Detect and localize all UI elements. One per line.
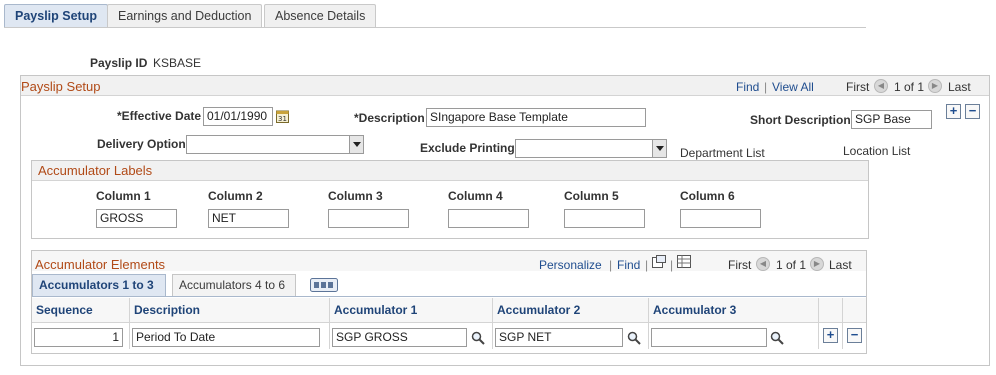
effective-date-label: *Effective Date: [117, 109, 202, 123]
accumulator-3-column-header: Accumulator 3: [649, 298, 819, 322]
column-4-header: Column 4: [448, 189, 503, 203]
add-row-button[interactable]: +: [946, 104, 961, 119]
subtab-divider: [32, 296, 866, 297]
delivery-option-label: Delivery Option: [97, 137, 186, 151]
tab-payslip-setup[interactable]: Payslip Setup: [4, 4, 108, 28]
add-row-button[interactable]: +: [823, 328, 838, 343]
description-column-header: Description: [130, 298, 330, 322]
tab-divider: [4, 27, 866, 28]
accumulator-labels-header: Accumulator Labels: [32, 161, 868, 181]
magnifier-icon[interactable]: [627, 331, 641, 345]
column-3-header: Column 3: [328, 189, 383, 203]
separator: |: [764, 80, 768, 94]
accumulator-1-field[interactable]: SGP GROSS: [332, 328, 467, 347]
view-all-link[interactable]: View All: [772, 80, 814, 94]
accumulator-elements-title: Accumulator Elements: [35, 257, 166, 272]
find-link[interactable]: Find: [617, 258, 640, 272]
delete-column-header: [843, 298, 866, 322]
first-label: First: [728, 258, 752, 272]
tab-accumulators-4-to-6[interactable]: Accumulators 4 to 6: [172, 274, 296, 296]
column-4-field[interactable]: [448, 209, 529, 228]
description-field[interactable]: SIngapore Base Template: [426, 108, 646, 127]
last-label: Last: [948, 80, 971, 94]
next-row-icon[interactable]: ▶: [810, 257, 824, 271]
accumulator-2-cell: SGP NET: [493, 323, 649, 349]
short-description-field[interactable]: SGP Base: [851, 110, 932, 129]
sequence-field[interactable]: 1: [34, 328, 123, 347]
add-cell: +: [819, 323, 843, 349]
delete-row-button[interactable]: −: [847, 328, 862, 343]
delete-cell: −: [843, 323, 866, 349]
exclude-printing-select[interactable]: [515, 139, 667, 158]
column-5-header: Column 5: [564, 189, 619, 203]
accumulator-2-field[interactable]: SGP NET: [495, 328, 623, 347]
column-6-field[interactable]: [680, 209, 761, 228]
separator: |: [645, 258, 649, 272]
table-row: 1 Period To Date SGP GROSS SGP NET + −: [32, 323, 866, 353]
accumulator-1-column-header: Accumulator 1: [330, 298, 493, 322]
svg-text:31: 31: [278, 115, 287, 123]
description-cell: Period To Date: [130, 323, 330, 349]
payslip-setup-header: Payslip Setup Find | View All First ◀ 1 …: [21, 76, 989, 96]
accumulator-3-field[interactable]: [651, 328, 767, 347]
accumulator-grid: Sequence Description Accumulator 1 Accum…: [32, 298, 866, 353]
column-5-field[interactable]: [564, 209, 645, 228]
column-6-header: Column 6: [680, 189, 735, 203]
accumulator-elements-header: Accumulator Elements Personalize | Find …: [32, 251, 866, 272]
tab-earnings-and-deduction[interactable]: Earnings and Deduction: [107, 4, 263, 28]
delivery-option-select[interactable]: [186, 135, 364, 154]
payslip-setup-title: Payslip Setup: [21, 79, 101, 94]
short-description-label: Short Description: [750, 113, 851, 127]
chevron-down-icon[interactable]: [652, 140, 666, 157]
tab-absence-details[interactable]: Absence Details: [264, 4, 377, 28]
view-window-icon[interactable]: [652, 255, 666, 268]
calendar-icon[interactable]: 31: [276, 109, 289, 123]
personalize-link[interactable]: Personalize: [539, 258, 602, 272]
spreadsheet-icon[interactable]: [677, 255, 691, 268]
next-row-icon[interactable]: ▶: [928, 79, 942, 93]
column-1-field[interactable]: GROSS: [96, 209, 177, 228]
accumulator-3-cell: [649, 323, 819, 349]
column-1-header: Column 1: [96, 189, 151, 203]
accumulator-1-cell: SGP GROSS: [330, 323, 493, 349]
previous-row-icon[interactable]: ◀: [756, 257, 770, 271]
sequence-column-header: Sequence: [32, 298, 130, 322]
previous-row-icon[interactable]: ◀: [874, 79, 888, 93]
exclude-printing-label: Exclude Printing: [420, 141, 515, 155]
department-list-label: Department List: [680, 146, 765, 160]
sequence-cell: 1: [32, 323, 130, 349]
magnifier-icon[interactable]: [770, 331, 784, 345]
magnifier-icon[interactable]: [471, 331, 485, 345]
accumulator-subtabs: Accumulators 1 to 3 Accumulators 4 to 6: [32, 274, 866, 296]
accumulator-2-column-header: Accumulator 2: [493, 298, 649, 322]
first-label: First: [846, 80, 870, 94]
separator: |: [609, 258, 613, 272]
column-2-field[interactable]: NET: [208, 209, 289, 228]
location-list-label: Location List: [843, 144, 911, 158]
row-description-field[interactable]: Period To Date: [132, 328, 320, 347]
add-column-header: [819, 298, 843, 322]
payslip-id-label: Payslip ID: [90, 56, 148, 70]
effective-date-field[interactable]: 01/01/1990: [203, 107, 273, 126]
chevron-down-icon[interactable]: [349, 136, 363, 153]
delete-row-button[interactable]: −: [965, 104, 980, 119]
last-label: Last: [829, 258, 852, 272]
separator: |: [670, 258, 674, 272]
accumulator-labels-title: Accumulator Labels: [38, 163, 153, 178]
description-label: *Description: [354, 111, 425, 125]
column-3-field[interactable]: [328, 209, 409, 228]
payslip-id-value: KSBASE: [153, 56, 202, 70]
row-count: 1 of 1: [776, 258, 807, 272]
show-all-columns-icon[interactable]: [310, 278, 338, 292]
row-count: 1 of 1: [894, 80, 925, 94]
find-link[interactable]: Find: [736, 80, 759, 94]
tab-accumulators-1-to-3[interactable]: Accumulators 1 to 3: [32, 274, 166, 296]
column-2-header: Column 2: [208, 189, 263, 203]
